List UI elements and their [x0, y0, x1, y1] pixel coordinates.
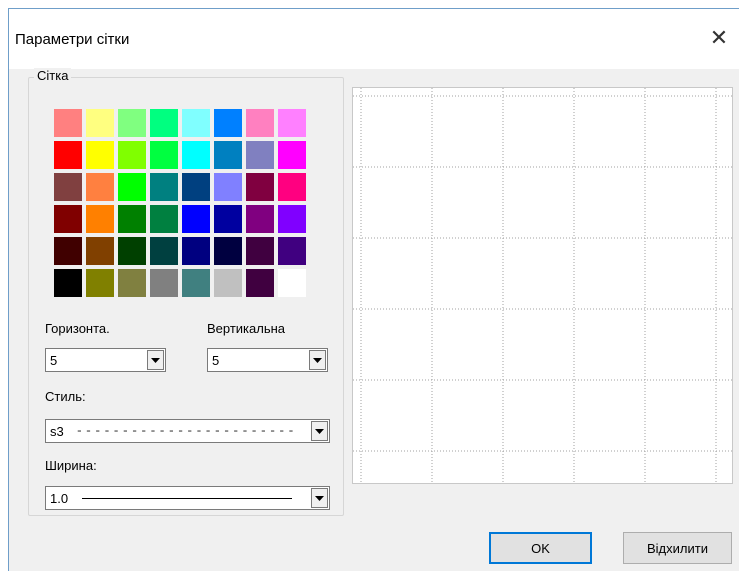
- color-swatch[interactable]: [246, 205, 274, 233]
- color-swatch[interactable]: [182, 173, 210, 201]
- style-value-wrap: s3 ------------------------: [46, 424, 311, 439]
- color-swatch[interactable]: [246, 141, 274, 169]
- dashed-line-sample: ------------------------: [75, 424, 297, 438]
- color-swatch[interactable]: [182, 141, 210, 169]
- color-swatch[interactable]: [150, 109, 178, 137]
- color-swatch[interactable]: [150, 173, 178, 201]
- chevron-down-icon[interactable]: [309, 350, 326, 370]
- color-swatch[interactable]: [278, 205, 306, 233]
- chevron-down-icon[interactable]: [147, 350, 164, 370]
- vertical-combobox[interactable]: 5: [207, 348, 328, 372]
- close-icon[interactable]: ✕: [699, 23, 739, 53]
- color-swatch[interactable]: [86, 141, 114, 169]
- color-swatch[interactable]: [54, 109, 82, 137]
- color-swatch[interactable]: [54, 205, 82, 233]
- vertical-value: 5: [212, 352, 220, 368]
- solid-line-sample: [82, 497, 293, 499]
- grid-preview: [352, 87, 733, 484]
- ok-button[interactable]: OK: [489, 532, 592, 564]
- dialog-title: Параметри сітки: [15, 31, 130, 48]
- color-swatch[interactable]: [86, 109, 114, 137]
- color-swatch[interactable]: [214, 141, 242, 169]
- color-swatch[interactable]: [278, 109, 306, 137]
- horizontal-value: 5: [50, 352, 58, 368]
- color-swatch[interactable]: [214, 269, 242, 297]
- color-swatch[interactable]: [118, 173, 146, 201]
- color-swatch[interactable]: [150, 141, 178, 169]
- color-swatch[interactable]: [118, 205, 146, 233]
- color-swatch[interactable]: [182, 269, 210, 297]
- color-swatch[interactable]: [86, 173, 114, 201]
- horizontal-label: Горизонта.: [45, 321, 110, 336]
- title-bar: Параметри сітки ✕: [9, 9, 739, 69]
- color-swatch[interactable]: [118, 237, 146, 265]
- color-swatch[interactable]: [86, 269, 114, 297]
- color-swatch[interactable]: [182, 237, 210, 265]
- chevron-down-icon[interactable]: [311, 488, 328, 508]
- color-swatch[interactable]: [150, 237, 178, 265]
- style-combobox[interactable]: s3 ------------------------: [45, 419, 330, 443]
- color-swatch[interactable]: [54, 141, 82, 169]
- color-swatch[interactable]: [214, 173, 242, 201]
- color-swatch[interactable]: [278, 173, 306, 201]
- cancel-button[interactable]: Відхилити: [623, 532, 732, 564]
- color-swatch[interactable]: [86, 205, 114, 233]
- grid-groupbox-label: Сітка: [34, 68, 72, 83]
- color-swatch[interactable]: [86, 237, 114, 265]
- color-swatch[interactable]: [54, 173, 82, 201]
- color-swatch[interactable]: [118, 141, 146, 169]
- style-label: Стиль:: [45, 389, 86, 404]
- width-combobox[interactable]: 1.0: [45, 486, 330, 510]
- color-swatch[interactable]: [278, 237, 306, 265]
- style-value: s3: [50, 423, 64, 439]
- color-swatch[interactable]: [182, 205, 210, 233]
- grid-preview-canvas: [353, 88, 732, 483]
- color-swatch[interactable]: [118, 109, 146, 137]
- color-swatch[interactable]: [278, 141, 306, 169]
- color-swatch[interactable]: [246, 237, 274, 265]
- horizontal-combobox[interactable]: 5: [45, 348, 166, 372]
- color-swatch[interactable]: [54, 237, 82, 265]
- color-swatch[interactable]: [214, 237, 242, 265]
- width-label: Ширина:: [45, 458, 97, 473]
- color-palette: [54, 109, 306, 297]
- color-swatch[interactable]: [214, 109, 242, 137]
- color-swatch[interactable]: [214, 205, 242, 233]
- color-swatch[interactable]: [246, 269, 274, 297]
- chevron-down-icon[interactable]: [311, 421, 328, 441]
- width-value-wrap: 1.0: [46, 491, 311, 506]
- color-swatch[interactable]: [182, 109, 210, 137]
- color-swatch[interactable]: [118, 269, 146, 297]
- color-swatch[interactable]: [54, 269, 82, 297]
- color-swatch[interactable]: [246, 109, 274, 137]
- color-swatch[interactable]: [150, 205, 178, 233]
- color-swatch[interactable]: [246, 173, 274, 201]
- color-swatch[interactable]: [150, 269, 178, 297]
- color-swatch[interactable]: [278, 269, 306, 297]
- width-value: 1.0: [50, 490, 69, 506]
- vertical-label: Вертикальна: [207, 321, 286, 336]
